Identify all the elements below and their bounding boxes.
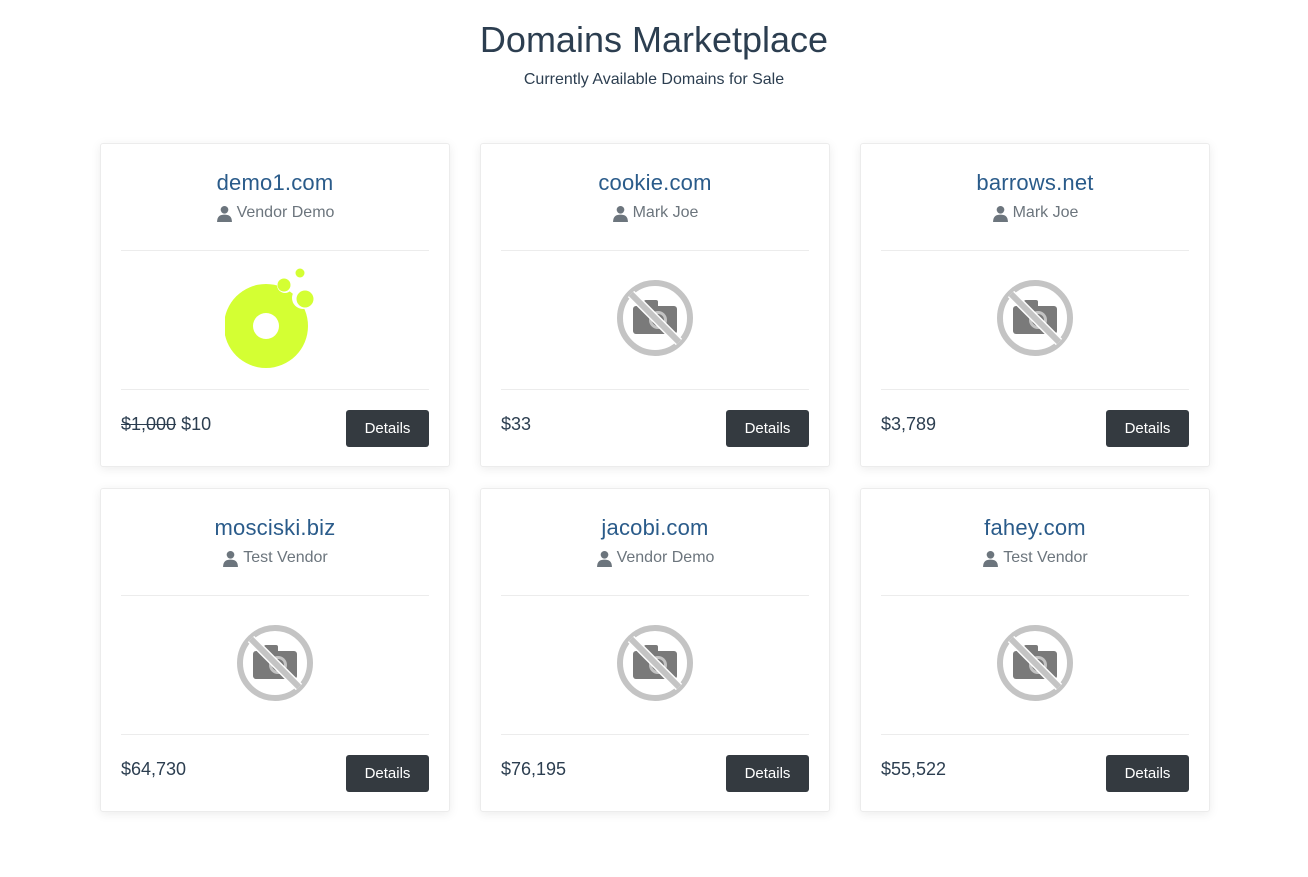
vendor-info: Test Vendor	[881, 548, 1189, 568]
vendor-name: Test Vendor	[243, 549, 328, 566]
price: $55,522	[881, 758, 947, 779]
card-header: fahey.com Test Vendor	[881, 489, 1189, 596]
card-image	[121, 251, 429, 390]
details-button[interactable]: Details	[1106, 410, 1189, 447]
domain-card: barrows.net Mark Joe $3,789 Details	[860, 143, 1210, 467]
domain-name-link[interactable]: jacobi.com	[601, 514, 708, 542]
no-photo-icon	[996, 279, 1074, 362]
price: $3,789	[881, 413, 937, 434]
page-title: Domains Marketplace	[479, 19, 829, 60]
price: $64,730	[121, 758, 187, 779]
details-button[interactable]: Details	[726, 410, 809, 447]
details-button[interactable]: Details	[346, 410, 429, 447]
card-footer: $33 Details	[501, 390, 809, 466]
vendor-info: Vendor Demo	[121, 203, 429, 223]
vendor-name: Vendor Demo	[616, 549, 715, 566]
card-header: cookie.com Mark Joe	[501, 144, 809, 251]
no-photo-icon	[236, 624, 314, 707]
card-header: demo1.com Vendor Demo	[121, 144, 429, 251]
card-header: jacobi.com Vendor Demo	[501, 489, 809, 596]
details-button[interactable]: Details	[1106, 755, 1189, 792]
vendor-name: Test Vendor	[1003, 549, 1088, 566]
price: $33	[501, 413, 532, 434]
domain-card: cookie.com Mark Joe $33 Details	[480, 143, 830, 467]
vendor-name: Vendor Demo	[236, 204, 335, 221]
domain-card: fahey.com Test Vendor $55,522 Details	[860, 488, 1210, 812]
card-footer: $76,195 Details	[501, 735, 809, 811]
domain-name-link[interactable]: mosciski.biz	[215, 514, 336, 542]
domain-name-link[interactable]: fahey.com	[984, 514, 1086, 542]
current-price: $10	[181, 413, 212, 434]
old-price: $1,000	[121, 413, 177, 434]
details-button[interactable]: Details	[726, 755, 809, 792]
card-image	[501, 596, 809, 735]
price: $1,000 $10	[121, 414, 211, 435]
page-header: Domains Marketplace Currently Available …	[0, 0, 1308, 90]
domain-card: mosciski.biz Test Vendor $64,730 Details	[100, 488, 450, 812]
vendor-name: Mark Joe	[1012, 204, 1079, 221]
price: $76,195	[501, 758, 567, 779]
user-icon	[992, 205, 1009, 222]
card-image	[881, 596, 1189, 735]
card-image	[881, 251, 1189, 390]
domain-name-link[interactable]: barrows.net	[976, 169, 1093, 197]
no-photo-icon	[616, 624, 694, 707]
donut-logo-icon	[224, 268, 325, 373]
user-icon	[222, 550, 239, 567]
card-footer: $1,000 $10 Details	[121, 390, 429, 466]
page-subtitle: Currently Available Domains for Sale	[523, 71, 785, 88]
vendor-info: Mark Joe	[501, 203, 809, 223]
card-footer: $3,789 Details	[881, 390, 1189, 466]
card-header: barrows.net Mark Joe	[881, 144, 1189, 251]
card-image	[121, 596, 429, 735]
card-image	[501, 251, 809, 390]
user-icon	[216, 205, 233, 222]
domain-name-link[interactable]: cookie.com	[598, 169, 711, 197]
domain-card: jacobi.com Vendor Demo $76,195 Details	[480, 488, 830, 812]
domain-name-link[interactable]: demo1.com	[217, 169, 334, 197]
card-footer: $55,522 Details	[881, 735, 1189, 811]
details-button[interactable]: Details	[346, 755, 429, 792]
vendor-info: Mark Joe	[881, 203, 1189, 223]
vendor-info: Test Vendor	[121, 548, 429, 568]
card-footer: $64,730 Details	[121, 735, 429, 811]
user-icon	[982, 550, 999, 567]
card-header: mosciski.biz Test Vendor	[121, 489, 429, 596]
no-photo-icon	[996, 624, 1074, 707]
domain-grid: demo1.com Vendor Demo $1,000 $10 Details…	[100, 143, 1210, 812]
user-icon	[596, 550, 613, 567]
user-icon	[612, 205, 629, 222]
domain-card: demo1.com Vendor Demo $1,000 $10 Details	[100, 143, 450, 467]
vendor-name: Mark Joe	[632, 204, 699, 221]
vendor-info: Vendor Demo	[501, 548, 809, 568]
no-photo-icon	[616, 279, 694, 362]
